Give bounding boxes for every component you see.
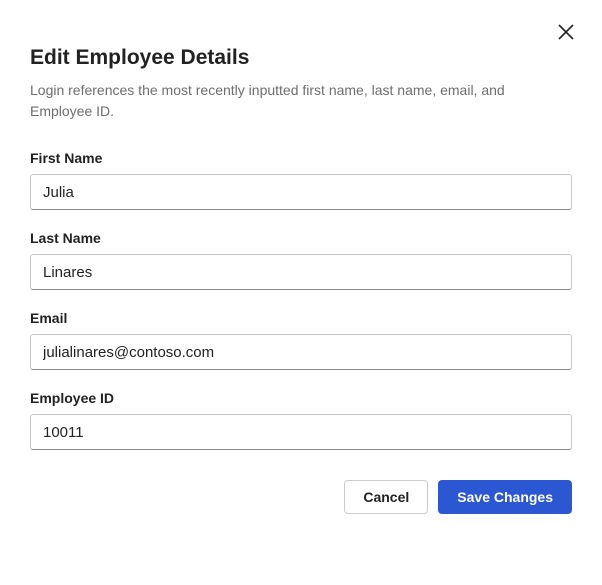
dialog-title: Edit Employee Details	[30, 46, 572, 70]
first-name-field: First Name	[30, 150, 572, 210]
dialog-button-row: Cancel Save Changes	[30, 480, 572, 514]
employee-id-field: Employee ID	[30, 390, 572, 450]
save-changes-button[interactable]: Save Changes	[438, 480, 572, 514]
close-icon	[557, 23, 575, 41]
email-field: Email	[30, 310, 572, 370]
first-name-label: First Name	[30, 150, 572, 166]
email-label: Email	[30, 310, 572, 326]
cancel-button[interactable]: Cancel	[344, 480, 428, 514]
email-input[interactable]	[30, 334, 572, 370]
first-name-input[interactable]	[30, 174, 572, 210]
employee-id-input[interactable]	[30, 414, 572, 450]
last-name-label: Last Name	[30, 230, 572, 246]
edit-employee-dialog: Edit Employee Details Login references t…	[0, 0, 602, 544]
close-button[interactable]	[552, 18, 580, 46]
last-name-input[interactable]	[30, 254, 572, 290]
employee-id-label: Employee ID	[30, 390, 572, 406]
dialog-subtitle: Login references the most recently input…	[30, 80, 530, 122]
last-name-field: Last Name	[30, 230, 572, 290]
